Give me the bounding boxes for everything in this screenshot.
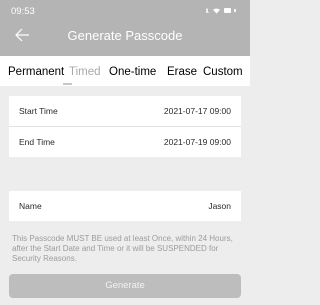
passcode-type-tabs: Permanent Timed One-time Erase Custom [0,56,250,86]
signal-icon: ıı. [205,6,210,15]
end-time-label: End Time [19,137,55,147]
end-time-value: 2021-07-19 09:00 [163,137,231,147]
name-label: Name [19,201,42,211]
start-time-row[interactable]: Start Time 2021-07-17 09:00 [9,96,241,126]
status-time: 09:53 [11,6,35,17]
battery-tip-icon [234,9,236,12]
tab-custom[interactable]: Custom [203,66,243,78]
start-time-label: Start Time [19,106,58,116]
generate-button[interactable]: Generate [9,274,241,298]
app-header: 09:53 ıı. Generate Passcode [0,0,250,56]
name-row[interactable]: Name Jason [9,191,241,221]
battery-icon [224,8,231,13]
page-title: Generate Passcode [67,28,183,43]
status-icons: ıı. [205,6,236,15]
end-time-row[interactable]: End Time 2021-07-19 09:00 [9,127,241,157]
tab-indicator [63,83,72,85]
tab-permanent[interactable]: Permanent [8,66,64,78]
name-value: Jason [208,201,231,211]
start-time-value: 2021-07-17 09:00 [163,106,231,116]
tab-one-time[interactable]: One-time [109,66,156,78]
tab-erase[interactable]: Erase [167,66,197,78]
tab-timed[interactable]: Timed [69,66,101,78]
wifi-icon [213,8,220,14]
security-notice: This Passcode MUST BE used at least Once… [12,234,233,263]
